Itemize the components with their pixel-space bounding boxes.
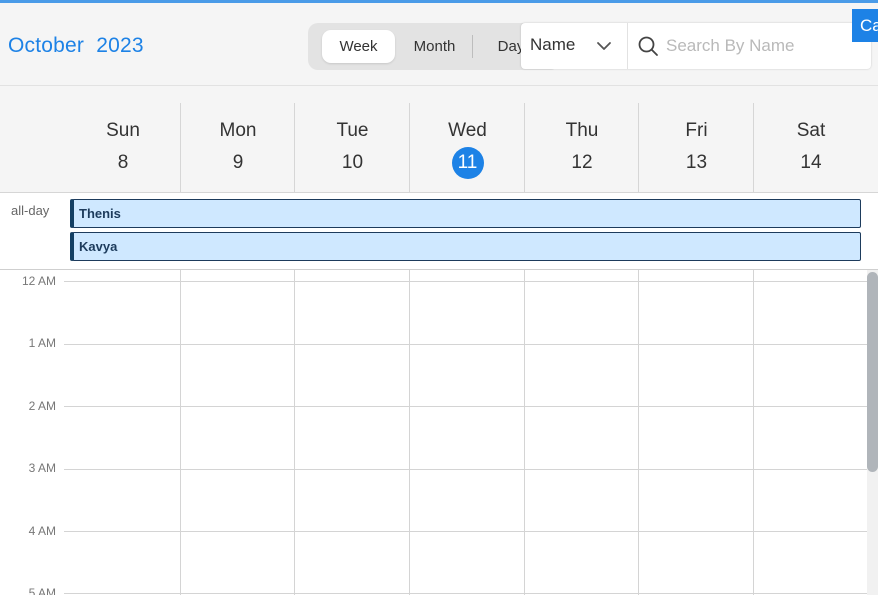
day-column-header-sun[interactable]: Sun 8 xyxy=(66,103,180,192)
day-date: 14 xyxy=(800,152,822,173)
day-name: Fri xyxy=(685,120,708,141)
all-day-event[interactable]: Thenis xyxy=(70,199,861,228)
day-column-divider xyxy=(180,270,181,595)
day-name: Sun xyxy=(106,120,140,141)
day-date: 12 xyxy=(571,152,593,173)
day-column-header-mon[interactable]: Mon 9 xyxy=(180,103,295,192)
day-column-header-tue[interactable]: Tue 10 xyxy=(294,103,410,192)
day-column-divider xyxy=(409,270,410,595)
search-input[interactable] xyxy=(666,32,861,60)
day-column-divider xyxy=(294,270,295,595)
hour-gridline xyxy=(64,469,867,470)
scrollbar-thumb[interactable] xyxy=(867,272,878,472)
hour-label: 1 AM xyxy=(28,336,56,350)
chevron-down-icon xyxy=(596,38,612,59)
day-name: Thu xyxy=(565,120,599,141)
day-date: 10 xyxy=(341,152,364,173)
hour-label: 5 AM xyxy=(28,586,56,595)
month-year-title: October 2023 xyxy=(8,34,144,58)
month-view-button[interactable]: Month xyxy=(402,30,467,63)
day-name: Sat xyxy=(796,120,826,141)
day-column-divider xyxy=(638,270,639,595)
all-day-label: all-day xyxy=(11,203,50,218)
search-field xyxy=(628,23,871,69)
hour-gridline xyxy=(64,344,867,345)
day-header-row: Sun 8 Mon 9 Tue 10 Wed 11 Thu 12 Fri 13 … xyxy=(0,86,878,193)
day-column-header-fri[interactable]: Fri 13 xyxy=(638,103,754,192)
day-name: Wed xyxy=(448,120,487,141)
day-date: 8 xyxy=(117,152,129,173)
calendar-header: October 2023 Week Month Day Name Ca xyxy=(0,3,878,86)
hour-label: 4 AM xyxy=(28,524,56,538)
year-label: 2023 xyxy=(96,34,144,57)
day-name: Tue xyxy=(336,120,369,141)
week-view-button[interactable]: Week xyxy=(322,30,395,63)
day-column-divider xyxy=(753,270,754,595)
hour-gridline xyxy=(64,281,867,282)
hour-gridline xyxy=(64,531,867,532)
hour-label: 12 AM xyxy=(21,274,56,288)
hour-label: 3 AM xyxy=(28,461,56,475)
corner-action-button[interactable]: Ca xyxy=(852,9,878,42)
hour-gridline xyxy=(64,406,867,407)
hour-label: 2 AM xyxy=(28,399,56,413)
all-day-row: all-day Thenis Kavya xyxy=(0,193,878,270)
today-date-badge: 11 xyxy=(451,147,484,179)
day-date: 9 xyxy=(232,152,244,173)
day-date: 13 xyxy=(685,152,708,173)
view-divider xyxy=(472,35,473,58)
filter-field-select[interactable]: Name xyxy=(521,23,628,69)
day-column-divider xyxy=(524,270,525,595)
search-filter-box: Name xyxy=(521,23,871,69)
all-day-event[interactable]: Kavya xyxy=(70,232,861,261)
day-column-header-thu[interactable]: Thu 12 xyxy=(524,103,639,192)
filter-field-label: Name xyxy=(530,35,576,54)
day-name: Mon xyxy=(219,120,257,141)
day-column-header-wed[interactable]: Wed 11 xyxy=(409,103,525,192)
day-column-header-sat[interactable]: Sat 14 xyxy=(753,103,868,192)
hour-gridline xyxy=(64,593,867,594)
time-grid[interactable]: 12 AM 1 AM 2 AM 3 AM 4 AM 5 AM xyxy=(0,270,878,595)
search-icon xyxy=(638,36,659,62)
month-label: October xyxy=(8,34,85,57)
